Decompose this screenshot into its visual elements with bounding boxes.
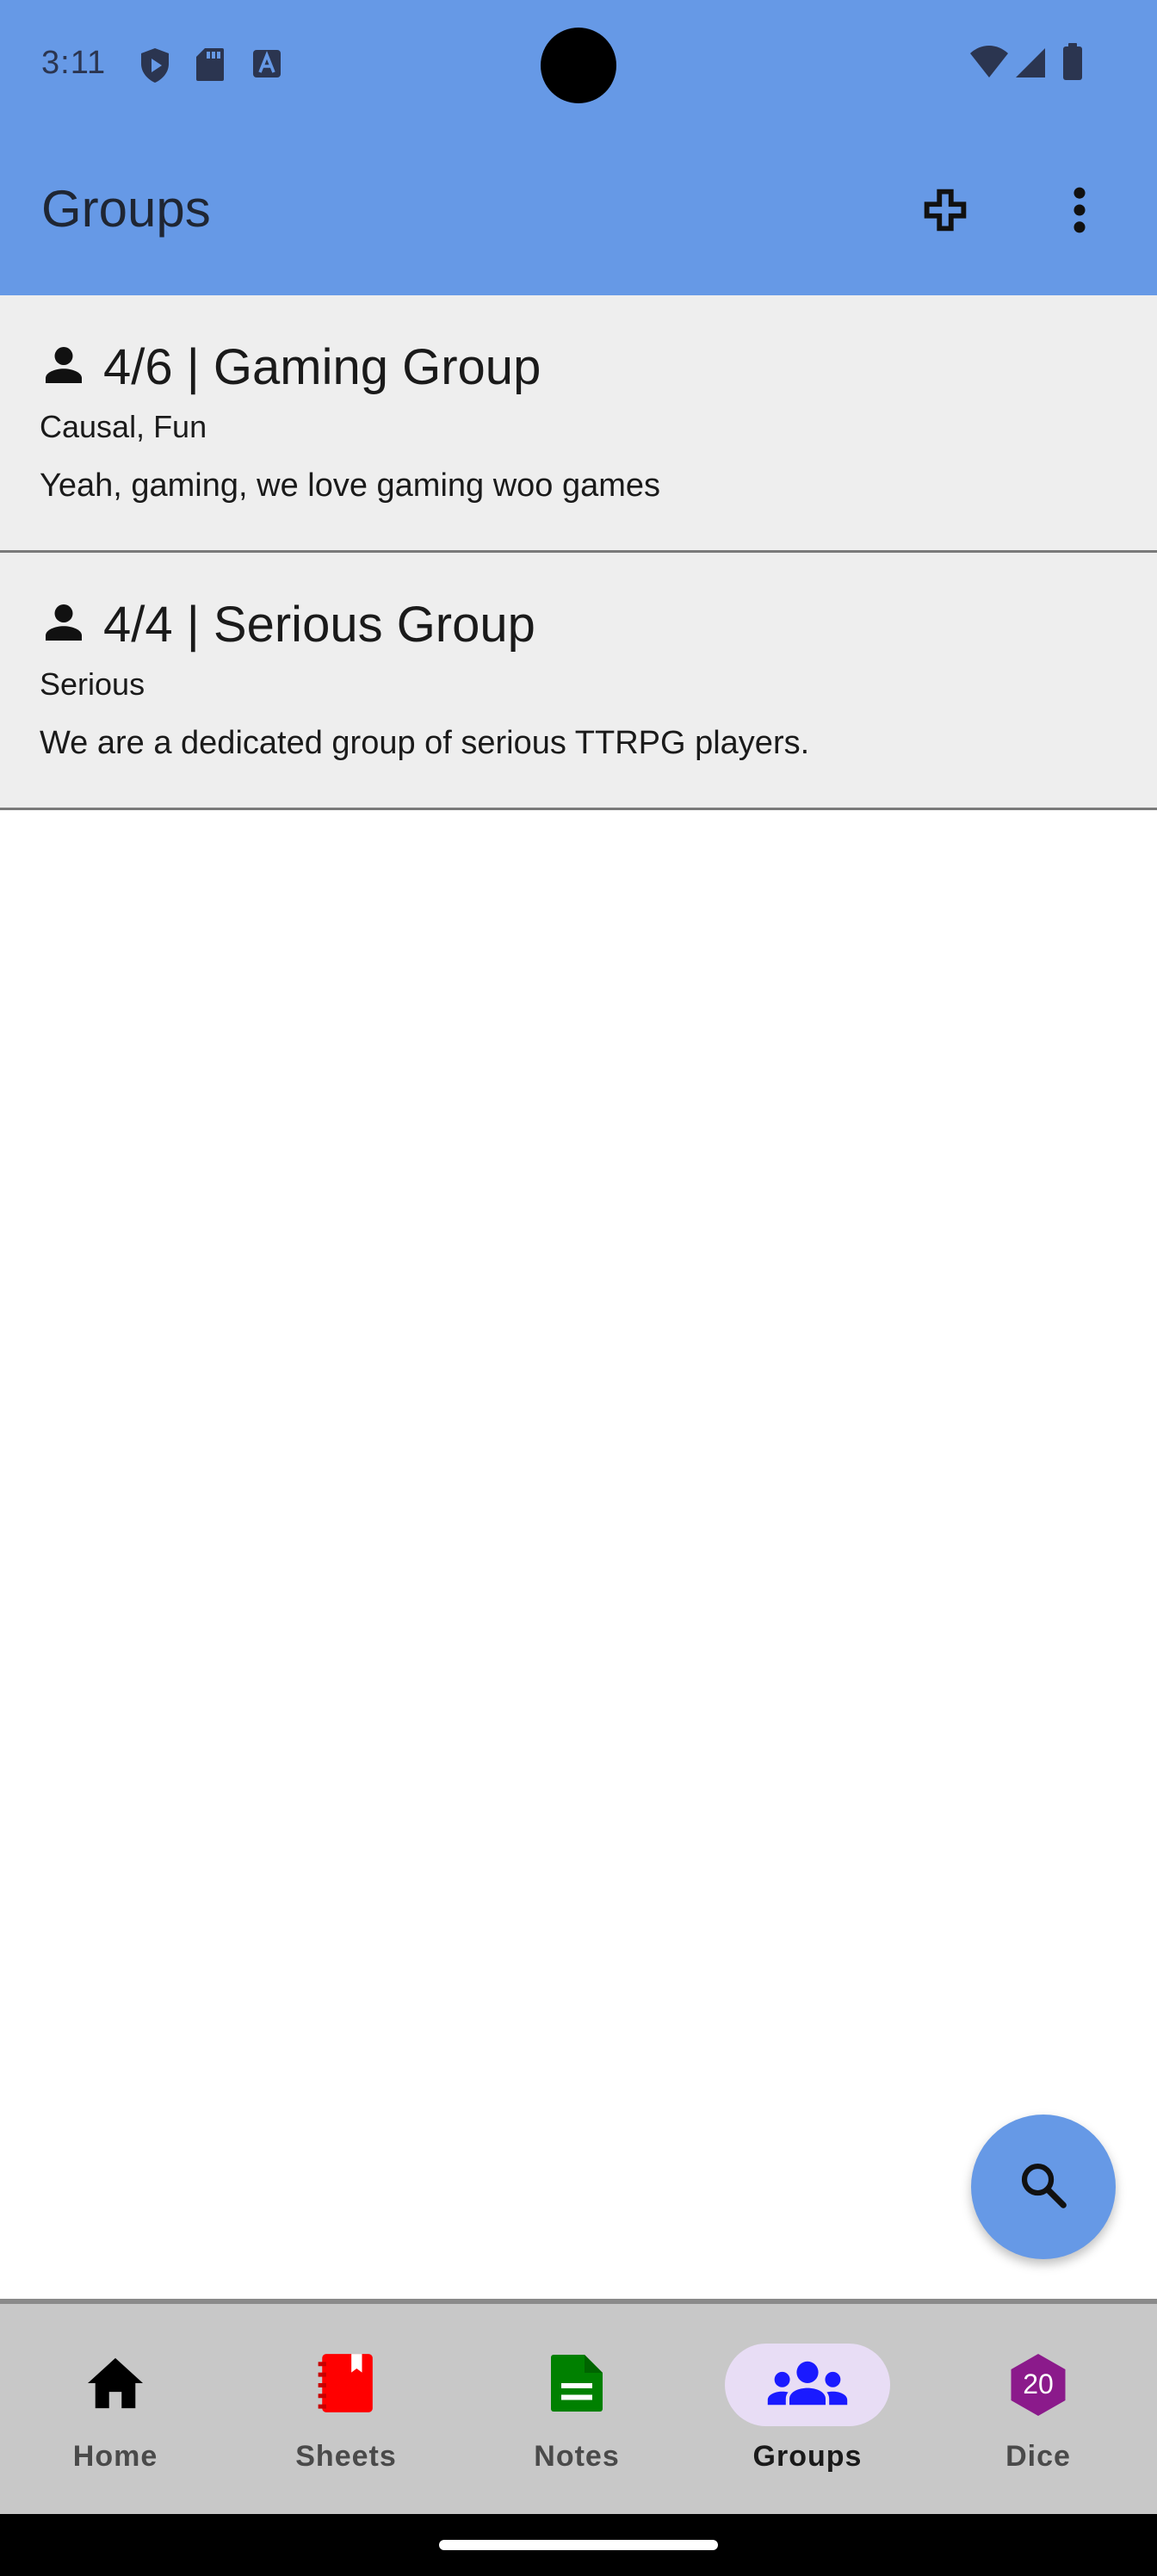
group-tags: Serious [40,666,145,702]
status-bar: 3:11 [0,0,1157,129]
nav-item-notes[interactable]: Notes [461,2304,692,2514]
status-time: 3:11 [41,45,107,81]
search-icon [1017,2158,1070,2216]
nav-label: Groups [752,2440,863,2473]
group-header: 4/4 | Serious Group [40,596,535,653]
page-title: Groups [41,180,211,238]
nav-label: Home [72,2440,158,2473]
group-header: 4/6 | Gaming Group [40,338,541,396]
nav-item-home[interactable]: Home [0,2304,231,2514]
group-description: Yeah, gaming, we love gaming woo games [40,468,661,504]
nav-label: Sheets [295,2440,397,2473]
nav-item-sheets[interactable]: Sheets [231,2304,461,2514]
more-options-button[interactable] [1038,170,1121,253]
shield-play-icon [138,46,172,89]
sheets-icon [317,2351,375,2419]
wifi-icon [969,45,1009,84]
d20-badge-text: 20 [1023,2369,1054,2400]
nav-item-dice[interactable]: 20 Dice [923,2304,1154,2514]
home-icon [85,2356,145,2415]
group-description: We are a dedicated group of serious TTRP… [40,725,810,761]
group-title: 4/6 | Gaming Group [103,339,541,395]
sd-card-icon [195,46,226,87]
battery-icon [1062,43,1083,85]
group-card[interactable]: 4/6 | Gaming Group Causal, Fun Yeah, gam… [0,295,1157,553]
app-bar: Groups [0,129,1157,295]
top-bar-background: 3:11 Groups [0,0,1157,295]
group-title: 4/4 | Serious Group [103,597,535,653]
signal-icon [1014,46,1047,84]
add-icon [922,187,968,238]
notes-icon [548,2352,606,2418]
gesture-handle[interactable] [439,2540,718,2550]
bottom-navigation: Home Sheets Notes Groups 20 Dice [0,2299,1157,2514]
search-fab-button[interactable] [971,2115,1116,2259]
active-indicator [725,2344,890,2426]
more-vert-icon [1071,186,1088,238]
group-tags: Causal, Fun [40,409,207,444]
nav-item-groups[interactable]: Groups [692,2304,923,2514]
group-list: 4/6 | Gaming Group Causal, Fun Yeah, gam… [0,295,1157,810]
person-icon [40,598,88,651]
d20-icon: 20 [1007,2351,1069,2418]
camera-cutout [541,28,616,103]
person-icon [40,341,88,393]
nav-label: Dice [1005,2440,1071,2473]
nav-label: Notes [534,2440,620,2473]
gesture-navigation-area [0,2514,1157,2576]
add-group-button[interactable] [904,170,987,253]
groups-icon [766,2359,849,2412]
font-a-icon [251,48,282,84]
group-card[interactable]: 4/4 | Serious Group Serious We are a ded… [0,553,1157,810]
